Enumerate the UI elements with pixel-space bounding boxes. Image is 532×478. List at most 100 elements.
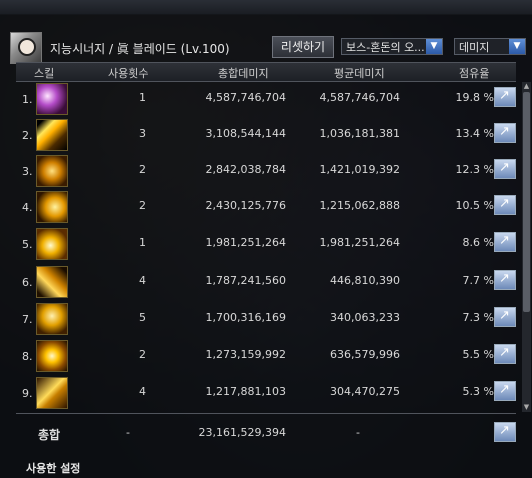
row-share: 19.8 % [455, 91, 494, 104]
skill-icon [36, 119, 68, 151]
row-uses: 2 [139, 348, 146, 361]
row-rank: 3. [22, 165, 33, 178]
total-row: 총합 - 23,161,529,394 - [16, 418, 516, 448]
row-share: 13.4 % [455, 127, 494, 140]
skill-icon [36, 340, 68, 372]
share-icon[interactable] [494, 381, 516, 401]
dungeon-filter-value: 보스-혼돈의 오... [346, 41, 425, 54]
total-label: 총합 [38, 428, 61, 442]
row-avg: 340,063,233 [330, 311, 400, 324]
row-rank: 7. [22, 313, 33, 326]
skill-icon [36, 303, 68, 335]
table-row: 3. 2 2,842,038,784 1,421,019,392 12.3 % [16, 153, 516, 189]
row-avg: 304,470,275 [330, 385, 400, 398]
table-row: 4. 2 2,430,125,776 1,215,062,888 10.5 % [16, 189, 516, 225]
row-rank: 2. [22, 129, 33, 142]
row-avg: 1,421,019,392 [319, 163, 400, 176]
row-avg: 4,587,746,704 [319, 91, 400, 104]
row-uses: 1 [139, 91, 146, 104]
panel-header: 지능시너지 / 眞 블레이드 (Lv.100) 리셋하기 보스-혼돈의 오...… [0, 14, 532, 64]
total-damage: 23,161,529,394 [198, 426, 286, 439]
col-share[interactable]: 점유율 [459, 65, 489, 81]
row-avg: 1,981,251,264 [319, 236, 400, 249]
row-share: 10.5 % [455, 199, 494, 212]
table-row: 8. 2 1,273,159,992 636,579,996 5.5 % [16, 338, 516, 374]
row-uses: 2 [139, 199, 146, 212]
row-share: 7.7 % [462, 274, 494, 287]
table-row: 5. 1 1,981,251,264 1,981,251,264 8.6 % [16, 226, 516, 262]
character-name: 지능시너지 / 眞 블레이드 (Lv.100) [50, 42, 230, 56]
scrollbar[interactable]: ▲ ▼ [522, 82, 531, 412]
reset-button[interactable]: 리셋하기 [272, 36, 334, 58]
total-uses: - [126, 426, 130, 439]
share-icon[interactable] [494, 123, 516, 143]
skill-icon [36, 228, 68, 260]
tab-used-settings[interactable]: 사용한 설정 [26, 460, 80, 476]
dungeon-filter-dropdown[interactable]: 보스-혼돈의 오... ▼ [341, 38, 443, 55]
row-share: 7.3 % [462, 311, 494, 324]
col-avg[interactable]: 평균데미지 [334, 65, 385, 81]
skill-icon [36, 377, 68, 409]
total-avg: - [356, 426, 360, 439]
row-uses: 4 [139, 274, 146, 287]
share-icon[interactable] [494, 344, 516, 364]
share-icon[interactable] [494, 232, 516, 252]
share-icon[interactable] [494, 195, 516, 215]
table-row: 1. 1 4,587,746,704 4,587,746,704 19.8 % [16, 81, 516, 117]
row-rank: 8. [22, 350, 33, 363]
row-avg: 446,810,390 [330, 274, 400, 287]
share-icon[interactable] [494, 422, 516, 442]
row-total: 1,787,241,560 [205, 274, 286, 287]
chevron-down-icon[interactable]: ▼ [426, 39, 442, 54]
divider [16, 413, 516, 414]
chevron-down-icon[interactable]: ▼ [509, 39, 525, 54]
character-portrait [10, 32, 42, 64]
row-uses: 5 [139, 311, 146, 324]
row-total: 1,273,159,992 [205, 348, 286, 361]
row-avg: 1,036,181,381 [319, 127, 400, 140]
row-share: 5.5 % [462, 348, 494, 361]
col-uses[interactable]: 사용횟수 [108, 65, 148, 81]
row-share: 5.3 % [462, 385, 494, 398]
col-total[interactable]: 총합데미지 [218, 65, 269, 81]
footer-tabs: 사용한 설정 [16, 456, 516, 478]
row-rank: 1. [22, 93, 33, 106]
skill-icon [36, 83, 68, 115]
row-rank: 9. [22, 387, 33, 400]
row-total: 2,430,125,776 [205, 199, 286, 212]
col-skill[interactable]: 스킬 [34, 65, 54, 81]
share-icon[interactable] [494, 307, 516, 327]
scroll-down-icon[interactable]: ▼ [522, 403, 531, 412]
share-icon[interactable] [494, 159, 516, 179]
row-avg: 1,215,062,888 [319, 199, 400, 212]
row-total: 2,842,038,784 [205, 163, 286, 176]
share-icon[interactable] [494, 87, 516, 107]
skill-icon [36, 191, 68, 223]
skill-icon [36, 155, 68, 187]
row-uses: 2 [139, 163, 146, 176]
row-total: 1,981,251,264 [205, 236, 286, 249]
table-row: 7. 5 1,700,316,169 340,063,233 7.3 % [16, 301, 516, 337]
share-icon[interactable] [494, 270, 516, 290]
scrollbar-thumb[interactable] [523, 92, 530, 312]
row-uses: 4 [139, 385, 146, 398]
scroll-up-icon[interactable]: ▲ [522, 82, 531, 91]
skill-icon [36, 266, 68, 298]
row-share: 8.6 % [462, 236, 494, 249]
row-rank: 4. [22, 201, 33, 214]
table-row: 9. 4 1,217,881,103 304,470,275 5.3 % [16, 375, 516, 411]
metric-filter-value: 데미지 [459, 41, 490, 54]
top-menu-strip [0, 0, 532, 15]
row-share: 12.3 % [455, 163, 494, 176]
row-total: 1,217,881,103 [205, 385, 286, 398]
row-rank: 6. [22, 276, 33, 289]
table-row: 6. 4 1,787,241,560 446,810,390 7.7 % [16, 264, 516, 300]
table-row: 2. 3 3,108,544,144 1,036,181,381 13.4 % [16, 117, 516, 153]
column-header: 스킬 사용횟수 총합데미지 평균데미지 점유율 [16, 62, 516, 82]
metric-filter-dropdown[interactable]: 데미지 ▼ [454, 38, 526, 55]
row-total: 4,587,746,704 [205, 91, 286, 104]
row-avg: 636,579,996 [330, 348, 400, 361]
row-uses: 3 [139, 127, 146, 140]
row-rank: 5. [22, 238, 33, 251]
row-total: 3,108,544,144 [205, 127, 286, 140]
